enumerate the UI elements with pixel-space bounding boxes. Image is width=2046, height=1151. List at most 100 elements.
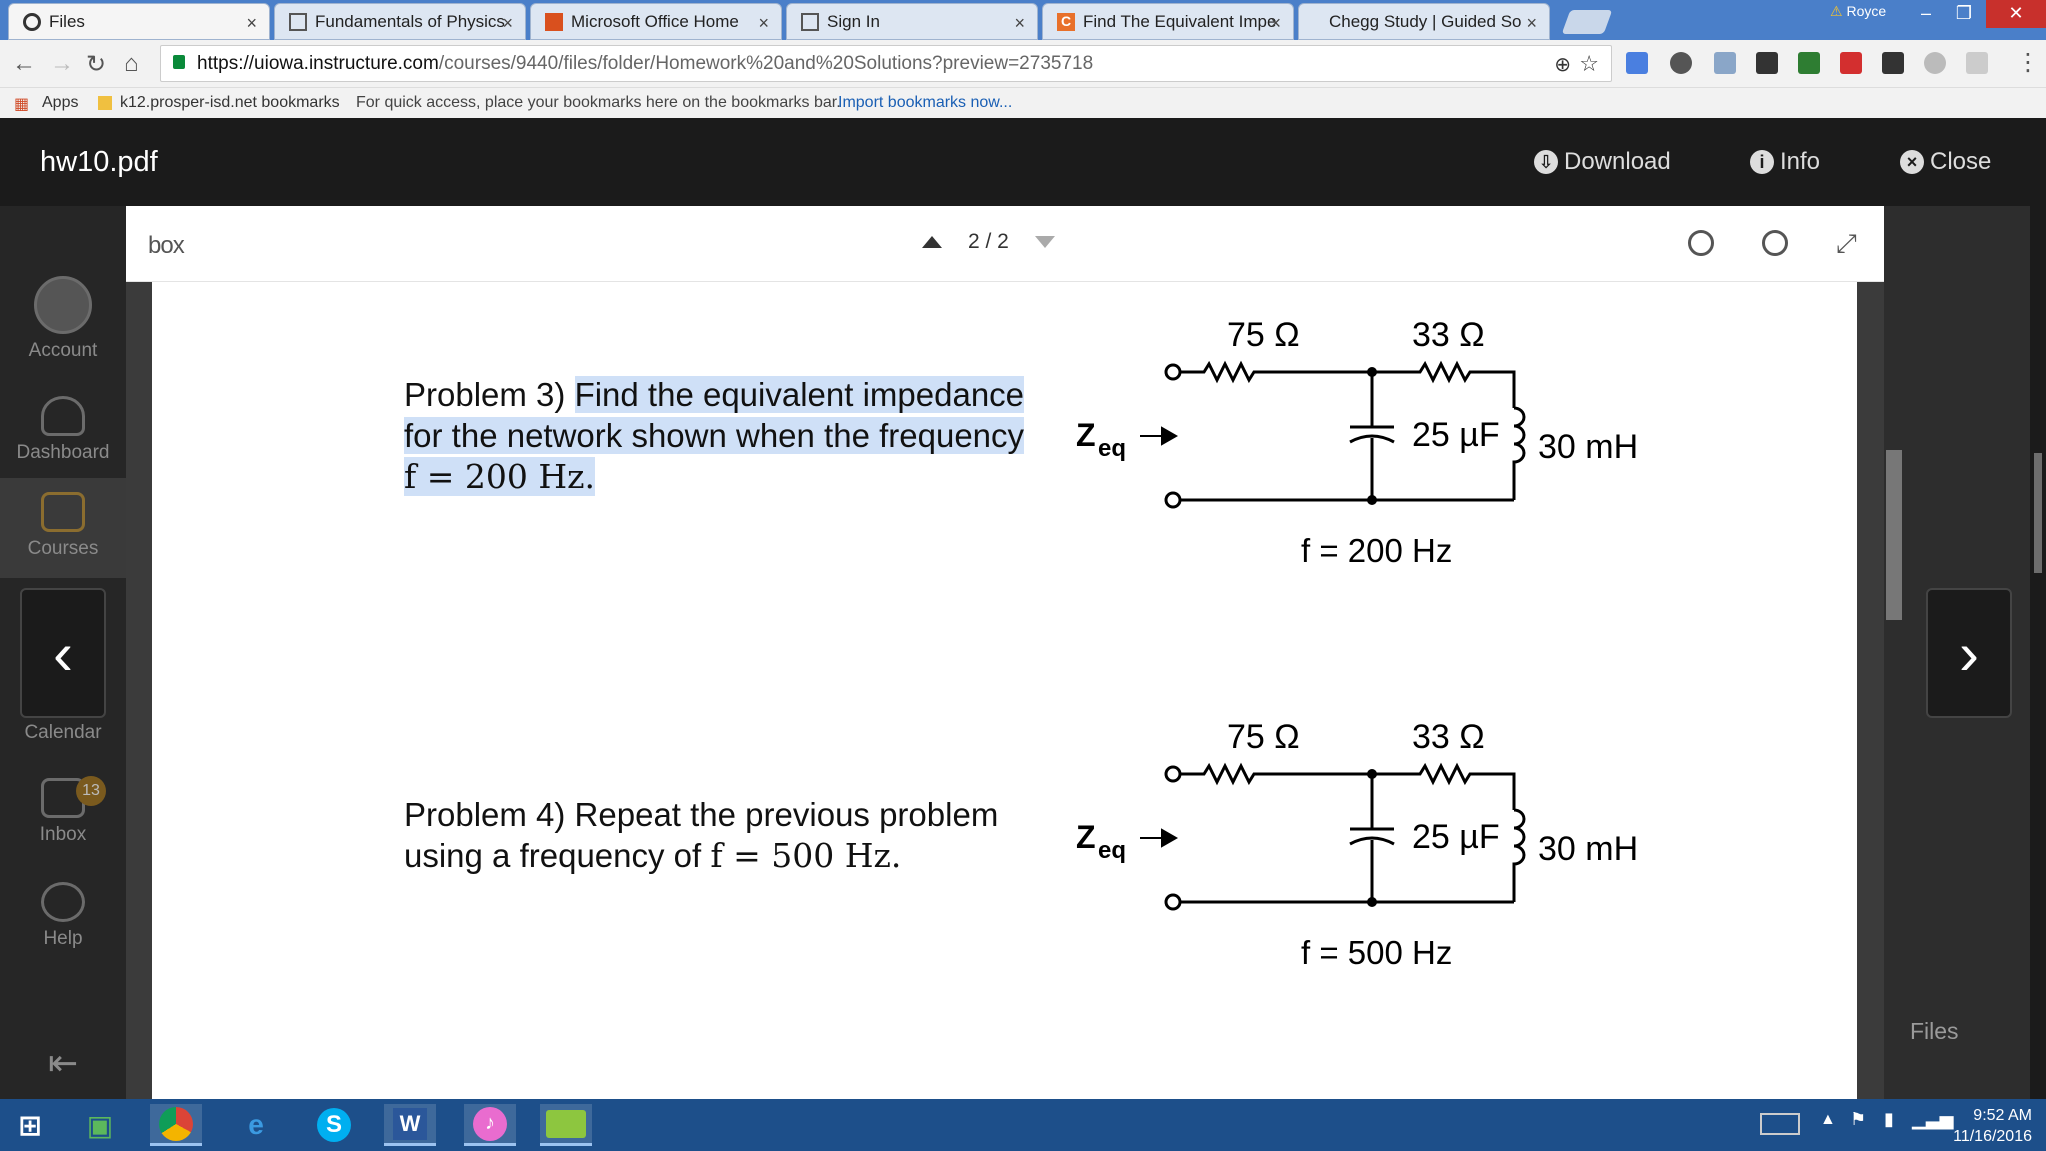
close-icon[interactable]: × [1270, 13, 1281, 34]
bookmark-folder[interactable]: k12.prosper-isd.net bookmarks [120, 94, 340, 112]
problem-3-label: Problem 3) [404, 376, 575, 413]
close-icon[interactable]: × [502, 13, 513, 34]
skype-icon[interactable]: S [308, 1104, 360, 1146]
close-icon[interactable]: × [1014, 13, 1025, 34]
node-dot [1367, 769, 1377, 779]
close-window-button[interactable]: ✕ [1986, 0, 2046, 28]
system-clock[interactable]: 9:52 AM 11/16/2016 [1953, 1105, 2032, 1147]
zeq-subscript: eq [1098, 435, 1126, 462]
r2-label: 33 Ω [1412, 718, 1485, 756]
windows-start-icon[interactable]: ⊞ [4, 1104, 56, 1146]
zoom-out-icon[interactable] [1688, 230, 1714, 256]
tab-label: Chegg Study | Guided So [1329, 11, 1522, 31]
problem-4-line1: Problem 4) Repeat the previous problem [404, 796, 999, 833]
document-scroll-thumb[interactable] [1886, 450, 1902, 620]
previous-file-button[interactable]: ‹ [20, 588, 106, 718]
action-center-icon[interactable]: ⚑ [1850, 1109, 1866, 1130]
loading-icon [1313, 13, 1321, 31]
star-icon[interactable]: ☆ [1579, 51, 1599, 77]
nav-dashboard[interactable]: Dashboard [0, 396, 126, 464]
store-icon[interactable]: ▣ [74, 1104, 126, 1146]
next-page-icon[interactable] [1034, 236, 1055, 248]
close-label: Close [1930, 148, 1992, 175]
tab-fundamentals[interactable]: Fundamentals of Physics × [274, 3, 526, 40]
bookmark-extension-icon[interactable] [1840, 52, 1862, 74]
audio-extension-icon[interactable] [1670, 52, 1692, 74]
tool-extension-icon[interactable] [1966, 52, 1988, 74]
problem-4-text: Problem 4) Repeat the previous problem u… [404, 794, 998, 876]
nav-account[interactable]: Account [0, 276, 126, 362]
close-icon[interactable]: × [758, 13, 769, 34]
tab-office[interactable]: Microsoft Office Home × [530, 3, 782, 40]
tab-find-equivalent[interactable]: C Find The Equivalent Impe × [1042, 3, 1294, 40]
zoom-in-icon[interactable] [1762, 230, 1788, 256]
page-scrollbar[interactable] [2030, 118, 2046, 1099]
back-icon[interactable]: ← [12, 50, 36, 78]
apps-link[interactable]: Apps [42, 94, 78, 112]
courses-icon [41, 492, 85, 532]
url-input[interactable]: https://uiowa.instructure.com/courses/94… [160, 45, 1612, 82]
next-file-button[interactable]: › [1926, 588, 2012, 718]
tab-sign-in[interactable]: Sign In × [786, 3, 1038, 40]
dr-extension-icon[interactable] [1798, 52, 1820, 74]
terminal-bottom [1164, 491, 1182, 509]
translate-extension-icon[interactable] [1626, 52, 1648, 74]
nav-label: Account [28, 340, 98, 361]
cap-label: 25 µF [1412, 416, 1500, 454]
close-icon[interactable]: × [1526, 13, 1537, 34]
menu-icon[interactable]: ⋮ [2016, 48, 2040, 77]
nav-inbox[interactable]: Inbox 13 [0, 776, 126, 846]
home-icon[interactable]: ⌂ [124, 50, 139, 78]
files-link[interactable]: Files [1910, 1018, 1959, 1045]
reload-icon[interactable]: ↻ [86, 50, 106, 79]
forward-icon[interactable]: → [50, 50, 74, 78]
keyboard-icon[interactable] [1760, 1113, 1800, 1135]
tab-chegg-study[interactable]: Chegg Study | Guided So × [1298, 3, 1550, 40]
block-extension-icon[interactable] [1924, 52, 1946, 74]
network-icon[interactable]: ▁▃▅ [1912, 1109, 1954, 1130]
page-scroll-thumb[interactable] [2034, 453, 2042, 573]
keyboard-app-icon[interactable] [540, 1104, 592, 1146]
info-label: Info [1780, 148, 1821, 175]
collapse-nav-icon[interactable]: ⇤ [0, 1042, 126, 1084]
film-extension-icon[interactable] [1882, 52, 1904, 74]
resistor-33 [1372, 762, 1516, 810]
previous-page-icon[interactable] [922, 236, 942, 248]
frequency-label: f = 500 Hz [1301, 934, 1452, 971]
close-icon[interactable]: × [246, 13, 257, 34]
box-logo: box [148, 232, 185, 259]
screenshot-extension-icon[interactable] [1714, 52, 1736, 74]
arrow-icon [1140, 426, 1179, 446]
tab-label: Microsoft Office Home [571, 11, 739, 31]
problem-3-text: Problem 3) Find the equivalent impedance… [404, 374, 1025, 497]
close-button[interactable]: × Close [1900, 148, 1991, 176]
import-bookmarks-link[interactable]: Import bookmarks now... [838, 94, 1012, 112]
zoom-icon[interactable]: ⊕ [1554, 52, 1571, 77]
itunes-icon[interactable]: ♪ [464, 1104, 516, 1146]
zeq-label: Z [1076, 417, 1096, 453]
highlighted-text: for the network shown when the frequency [404, 417, 1025, 454]
close-icon: × [1900, 150, 1924, 174]
tab-label: Sign In [827, 11, 880, 31]
document-viewport: Problem 3) Find the equivalent impedance… [126, 282, 1884, 1099]
download-button[interactable]: ⇩ Download [1534, 148, 1671, 176]
word-icon[interactable]: W [384, 1104, 436, 1146]
chevron-up-icon[interactable]: ▲ [1820, 1111, 1836, 1129]
nav-label: Help [43, 928, 83, 949]
fullscreen-icon[interactable]: ⤢ [1836, 228, 1857, 260]
bookmarks-bar: ▦ Apps k12.prosper-isd.net bookmarks For… [0, 88, 2046, 118]
battery-icon[interactable]: ▮ [1884, 1109, 1894, 1130]
pocket-extension-icon[interactable] [1756, 52, 1778, 74]
info-button[interactable]: i Info [1750, 148, 1820, 176]
tab-files[interactable]: Files × [8, 3, 270, 40]
nav-courses[interactable]: Courses [0, 478, 126, 578]
nav-label: Inbox [39, 824, 87, 845]
chrome-icon[interactable] [150, 1104, 202, 1146]
nav-help[interactable]: Help [0, 882, 126, 950]
maximize-button[interactable]: ❐ [1942, 0, 1986, 28]
new-tab-button[interactable] [1561, 10, 1613, 34]
profile-button[interactable]: ⚠ Royce [1820, 0, 1910, 22]
node-dot [1367, 495, 1377, 505]
inductor-label: 30 mH [1538, 830, 1638, 868]
internet-explorer-icon[interactable]: e [230, 1104, 282, 1146]
